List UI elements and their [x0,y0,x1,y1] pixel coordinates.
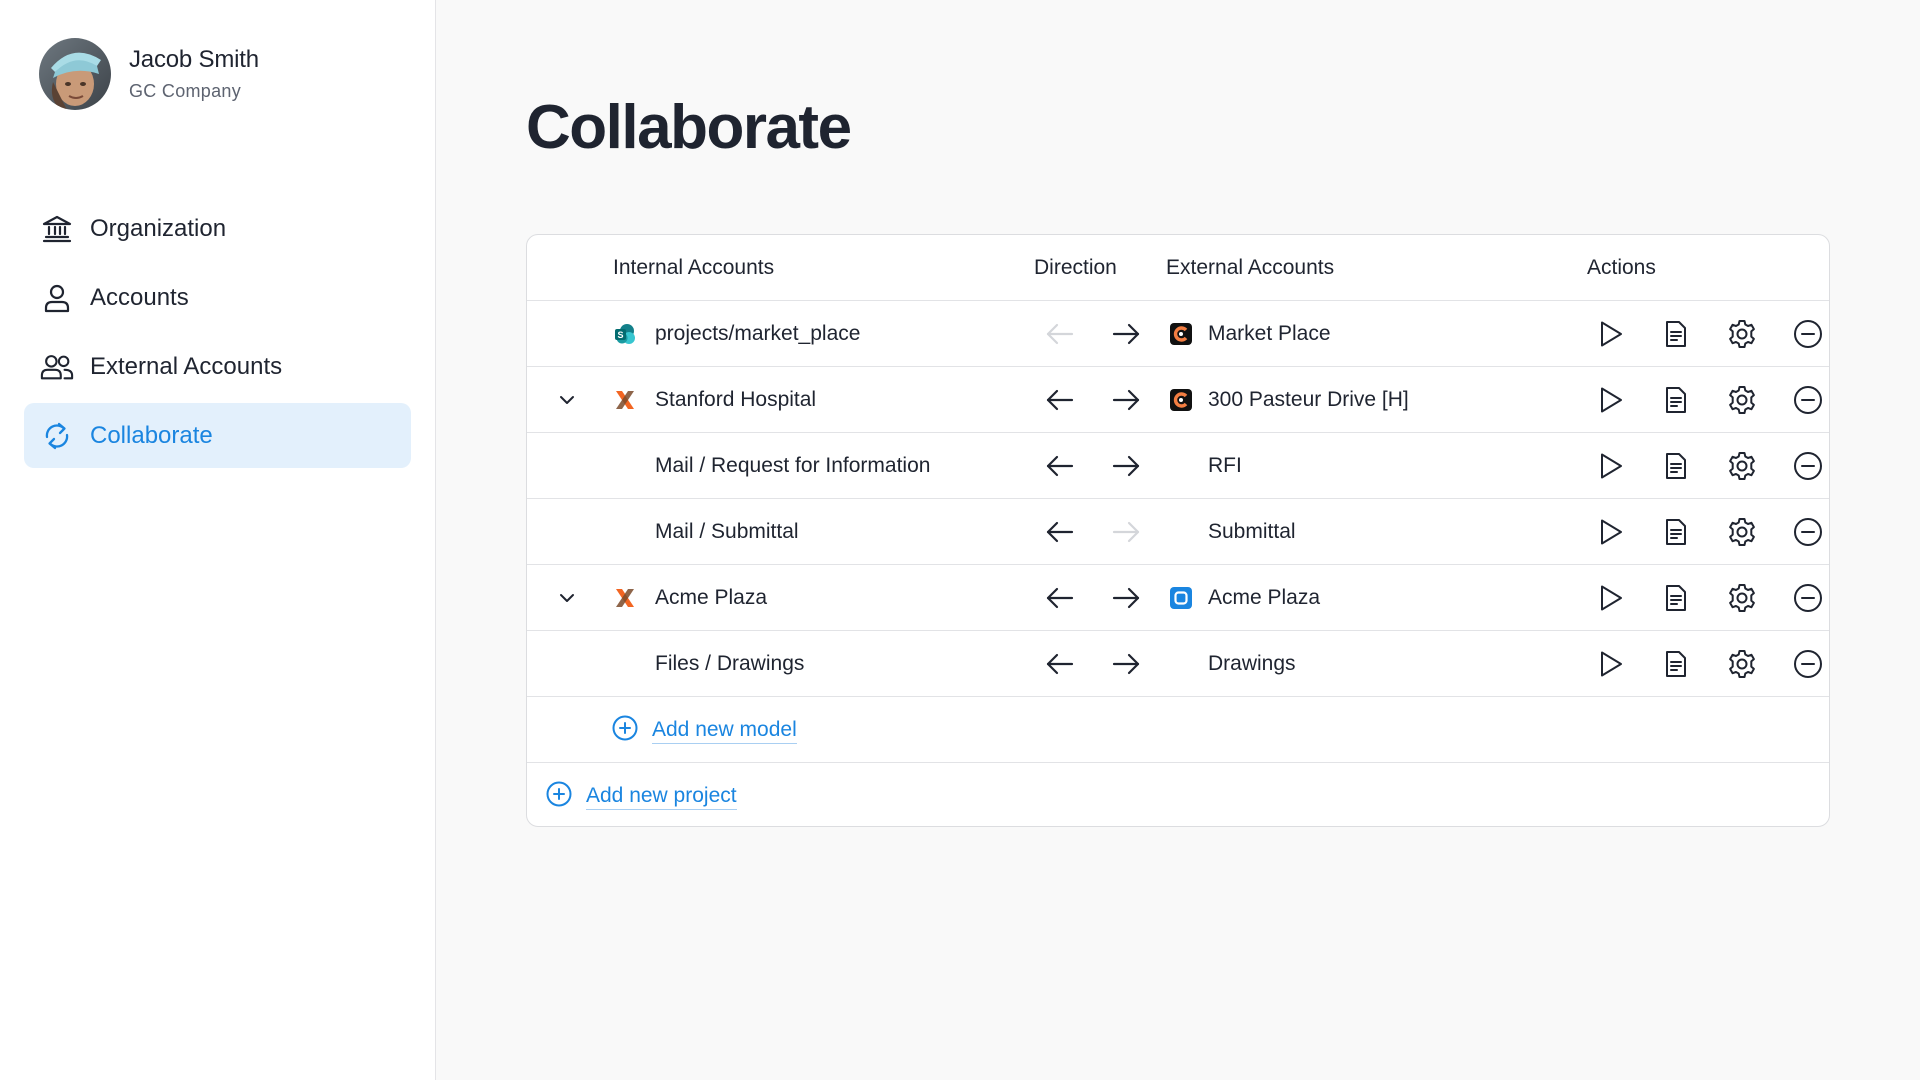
gear-icon[interactable] [1709,565,1775,631]
header-internal-accounts: Internal Accounts [613,256,775,279]
internal-account-name[interactable]: projects/market_place [655,301,860,367]
header-actions: Actions [1587,256,1656,279]
table-row: Mail / Submittal Submittal [527,499,1829,565]
table-row: S projects/market_place Market Place [527,301,1829,367]
sidebar: Jacob Smith GC Company Organization Acco… [0,0,436,1080]
arrow-left-icon[interactable] [1027,631,1093,697]
page-title: Collaborate [526,93,852,162]
gear-icon[interactable] [1709,499,1775,565]
internal-model-name[interactable]: Mail / Request for Information [655,433,930,499]
plus-circle-icon [611,714,639,747]
gear-icon[interactable] [1709,301,1775,367]
collaborate-table: Internal Accounts Direction External Acc… [526,234,1830,827]
gear-icon[interactable] [1709,631,1775,697]
header-external-accounts: External Accounts [1166,256,1335,279]
x-logo-icon [611,565,639,631]
external-account-name[interactable]: Acme Plaza [1208,565,1320,631]
sharepoint-icon: S [611,301,639,367]
gear-icon[interactable] [1709,433,1775,499]
document-icon[interactable] [1643,565,1709,631]
internal-model-name[interactable]: Files / Drawings [655,631,804,697]
remove-icon[interactable] [1775,499,1829,565]
remove-icon[interactable] [1775,631,1829,697]
bank-icon [40,212,74,246]
arrow-right-icon[interactable] [1093,499,1159,565]
play-icon[interactable] [1577,433,1643,499]
sidebar-item-label: External Accounts [90,352,283,380]
plus-circle-icon [545,780,573,813]
user-company: GC Company [129,80,242,101]
arrow-right-icon[interactable] [1093,565,1159,631]
play-icon[interactable] [1577,631,1643,697]
play-icon[interactable] [1577,301,1643,367]
user-name: Jacob Smith [129,45,259,73]
header-direction: Direction [1034,256,1117,279]
external-model-name[interactable]: Submittal [1208,499,1296,565]
internal-account-name[interactable]: Acme Plaza [655,565,767,631]
x-logo-icon [611,367,639,433]
add-new-project-label: Add new project [586,783,737,810]
remove-icon[interactable] [1775,301,1829,367]
gear-icon[interactable] [1709,367,1775,433]
sidebar-nav: Organization Accounts External Accounts … [24,196,411,472]
sidebar-item-accounts[interactable]: Accounts [24,265,411,330]
chevron-down-icon[interactable] [545,565,589,631]
remove-icon[interactable] [1775,565,1829,631]
play-icon[interactable] [1577,367,1643,433]
document-icon[interactable] [1643,301,1709,367]
arrow-left-icon[interactable] [1027,367,1093,433]
add-project-row: Add new project [527,763,1829,826]
external-account-name[interactable]: 300 Pasteur Drive [H] [1208,367,1409,433]
arrow-right-icon[interactable] [1093,433,1159,499]
sidebar-item-organization[interactable]: Organization [24,196,411,261]
add-new-project-button[interactable]: Add new project [545,780,737,813]
external-account-name[interactable]: Market Place [1208,301,1331,367]
table-row: Files / Drawings Drawings [527,631,1829,697]
sidebar-item-label: Accounts [90,283,189,311]
add-new-model-label: Add new model [652,717,797,744]
avatar [39,38,111,110]
arrow-left-icon[interactable] [1027,565,1093,631]
arrow-left-icon[interactable] [1027,499,1093,565]
sync-icon [40,419,74,453]
user-icon [40,281,74,315]
arrow-right-icon[interactable] [1093,631,1159,697]
document-icon[interactable] [1643,367,1709,433]
sidebar-item-external-accounts[interactable]: External Accounts [24,334,411,399]
arrow-left-icon[interactable] [1027,301,1093,367]
procore-icon [1167,301,1195,367]
internal-model-name[interactable]: Mail / Submittal [655,499,799,565]
internal-account-name[interactable]: Stanford Hospital [655,367,816,433]
table-row: Stanford Hospital 300 Pasteur Drive [H] [527,367,1829,433]
svg-text:S: S [617,330,623,340]
table-row: Mail / Request for Information RFI [527,433,1829,499]
users-icon [40,350,74,384]
autodesk-icon [1167,565,1195,631]
user-profile[interactable]: Jacob Smith GC Company [39,38,259,110]
external-model-name[interactable]: RFI [1208,433,1242,499]
sidebar-item-label: Organization [90,214,227,242]
sidebar-item-label: Collaborate [90,421,213,449]
remove-icon[interactable] [1775,367,1829,433]
sidebar-item-collaborate[interactable]: Collaborate [24,403,411,468]
document-icon[interactable] [1643,433,1709,499]
arrow-left-icon[interactable] [1027,433,1093,499]
table-header: Internal Accounts Direction External Acc… [527,235,1829,301]
chevron-down-icon[interactable] [545,367,589,433]
add-model-row: Add new model [527,697,1829,763]
procore-icon [1167,367,1195,433]
document-icon[interactable] [1643,499,1709,565]
play-icon[interactable] [1577,565,1643,631]
external-model-name[interactable]: Drawings [1208,631,1296,697]
play-icon[interactable] [1577,499,1643,565]
add-new-model-button[interactable]: Add new model [611,714,797,747]
remove-icon[interactable] [1775,433,1829,499]
arrow-right-icon[interactable] [1093,367,1159,433]
table-row: Acme Plaza Acme Plaza [527,565,1829,631]
document-icon[interactable] [1643,631,1709,697]
arrow-right-icon[interactable] [1093,301,1159,367]
